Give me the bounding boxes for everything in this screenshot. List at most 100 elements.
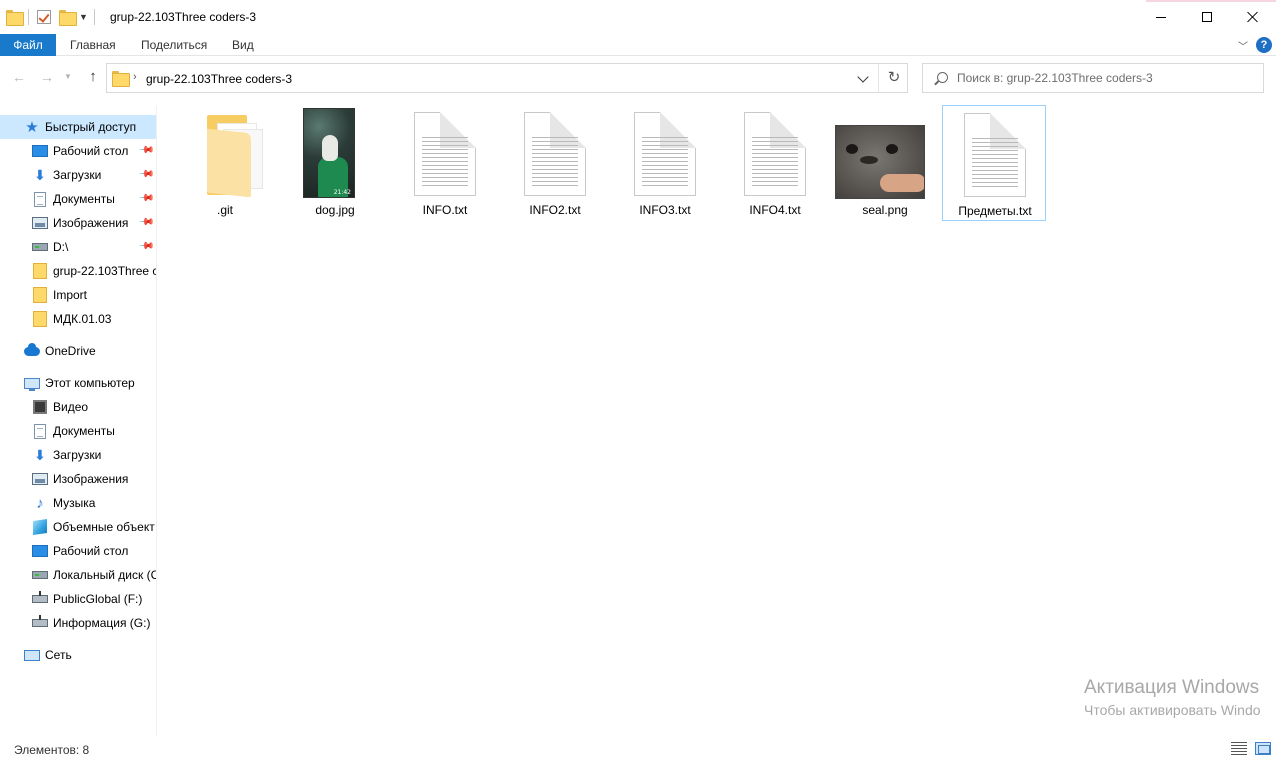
file-name: Предметы.txt (958, 204, 1032, 218)
file-name: dog.jpg (315, 203, 355, 217)
onedrive-cloud-icon (24, 342, 40, 356)
tab-share[interactable]: Поделиться (129, 34, 219, 56)
customize-toolbar-dropdown-icon[interactable]: ▼ (79, 12, 88, 22)
file-tile-info[interactable]: INFO.txt (393, 105, 497, 221)
nav-item-drive-d[interactable]: D:\ 📌 (0, 235, 156, 259)
documents-icon (34, 423, 46, 439)
nav-label: Быстрый доступ (45, 120, 137, 134)
tab-file[interactable]: Файл (0, 34, 56, 56)
folder-icon (33, 311, 47, 327)
nav-item-desktop[interactable]: Рабочий стол 📌 (0, 139, 156, 163)
text-file-icon (634, 112, 696, 196)
nav-this-pc[interactable]: Этот компьютер (0, 371, 156, 395)
nav-item-local-disk[interactable]: Локальный диск (C (0, 563, 156, 587)
nav-item-3d-objects[interactable]: Объемные объект (0, 515, 156, 539)
nav-item-information[interactable]: Информация (G:) (0, 611, 156, 635)
text-file-icon (524, 112, 586, 196)
file-name: INFO.txt (422, 203, 468, 217)
tab-view[interactable]: Вид (220, 34, 266, 56)
text-file-icon (964, 113, 1026, 197)
nav-item-pc-downloads[interactable]: ⬇ Загрузки (0, 443, 156, 467)
nav-item-import[interactable]: Import (0, 283, 156, 307)
nav-label: Музыка (53, 496, 96, 510)
nav-item-video[interactable]: Видео (0, 395, 156, 419)
nav-item-pictures[interactable]: Изображения 📌 (0, 211, 156, 235)
search-icon (937, 72, 948, 83)
close-button[interactable] (1230, 0, 1276, 34)
text-file-icon (744, 112, 806, 196)
pictures-icon (32, 217, 48, 229)
large-icons-view-icon[interactable] (1255, 742, 1271, 755)
forward-arrow-icon[interactable]: → (38, 66, 56, 88)
navigation-pane: ★ Быстрый доступ Рабочий стол 📌 ⬇ Загруз… (0, 106, 156, 736)
file-tile-info2[interactable]: INFO2.txt (503, 105, 607, 221)
nav-onedrive[interactable]: OneDrive (0, 339, 156, 363)
quick-access-toolbar: ▼ (6, 8, 101, 26)
search-input[interactable] (957, 69, 1257, 87)
minimize-icon (1156, 16, 1166, 18)
nav-label: Загрузки (53, 448, 102, 462)
folder-icon (33, 263, 47, 279)
details-view-icon[interactable] (1231, 742, 1247, 755)
nav-item-music[interactable]: ♪ Музыка (0, 491, 156, 515)
nav-label: grup-22.103Three c (53, 264, 156, 278)
nav-item-documents[interactable]: Документы 📌 (0, 187, 156, 211)
minimize-button[interactable] (1138, 0, 1184, 34)
nav-item-pc-desktop[interactable]: Рабочий стол (0, 539, 156, 563)
file-name: seal.png (862, 203, 908, 217)
folder-large-icon (207, 111, 277, 198)
address-bar[interactable]: › grup-22.103Three coders-3 ↻ (106, 63, 908, 93)
help-icon[interactable]: ? (1256, 37, 1272, 53)
folder-icon (33, 287, 47, 303)
window-title: grup-22.103Three coders-3 (110, 10, 257, 24)
nav-label: D:\ (53, 240, 69, 254)
file-explorer-window: ▼ grup-22.103Three coders-3 Файл Главная… (0, 0, 1276, 758)
toolbar-separator (28, 9, 29, 25)
close-icon (1247, 11, 1259, 23)
status-bar: Элементов: 8 (0, 736, 1276, 758)
maximize-button[interactable] (1184, 0, 1230, 34)
nav-label: Загрузки (53, 168, 102, 182)
expand-ribbon-chevron-icon[interactable]: ﹀ (1238, 38, 1248, 53)
properties-check-icon[interactable] (37, 10, 51, 24)
item-count: Элементов: 8 (14, 743, 90, 757)
breadcrumb-chevron-icon[interactable]: › (133, 71, 137, 83)
nav-item-mdk[interactable]: МДК.01.03 (0, 307, 156, 331)
seal-image-thumbnail (835, 125, 925, 199)
nav-label: Изображения (53, 216, 129, 230)
refresh-icon[interactable]: ↻ (884, 69, 904, 87)
search-box[interactable] (922, 63, 1264, 93)
file-tile-dog[interactable]: 21:42 dog.jpg (283, 105, 387, 221)
recent-locations-chevron-icon[interactable]: ▼ (62, 66, 74, 88)
star-icon: ★ (25, 119, 39, 136)
new-folder-icon[interactable] (59, 10, 77, 26)
file-tile-info3[interactable]: INFO3.txt (613, 105, 717, 221)
folder-icon (112, 71, 130, 87)
nav-label: Документы (53, 192, 115, 206)
nav-label: Информация (G:) (53, 616, 151, 630)
nav-label: Рабочий стол (53, 144, 129, 158)
breadcrumb-current[interactable]: grup-22.103Three coders-3 (146, 72, 292, 86)
downloads-icon: ⬇ (34, 166, 46, 183)
file-tile-predmety[interactable]: Предметы.txt (942, 105, 1046, 221)
file-tile-git[interactable]: .git (173, 105, 277, 221)
nav-item-publicglobal[interactable]: PublicGlobal (F:) (0, 587, 156, 611)
nav-item-pc-documents[interactable]: Документы (0, 419, 156, 443)
up-arrow-icon[interactable]: ↑ (84, 66, 102, 88)
file-tile-seal[interactable]: seal.png (833, 105, 937, 221)
nav-item-pc-pictures[interactable]: Изображения (0, 467, 156, 491)
nav-quick-access[interactable]: ★ Быстрый доступ (0, 115, 156, 139)
ribbon-tabs: Файл Главная Поделиться Вид ﹀ ? (0, 34, 1276, 56)
file-tile-info4[interactable]: INFO4.txt (723, 105, 827, 221)
back-arrow-icon[interactable]: ← (10, 66, 28, 88)
drive-icon (32, 243, 48, 251)
address-row: ← → ▼ ↑ › grup-22.103Three coders-3 ↻ (0, 62, 1276, 93)
tab-home[interactable]: Главная (58, 34, 128, 56)
nav-item-grup-folder[interactable]: grup-22.103Three c (0, 259, 156, 283)
file-name: .git (216, 203, 233, 217)
address-dropdown-icon[interactable] (857, 71, 869, 83)
maximize-icon (1202, 12, 1212, 22)
dog-image-thumbnail: 21:42 (303, 108, 355, 198)
nav-item-downloads[interactable]: ⬇ Загрузки 📌 (0, 163, 156, 187)
nav-network[interactable]: Сеть (0, 643, 156, 667)
